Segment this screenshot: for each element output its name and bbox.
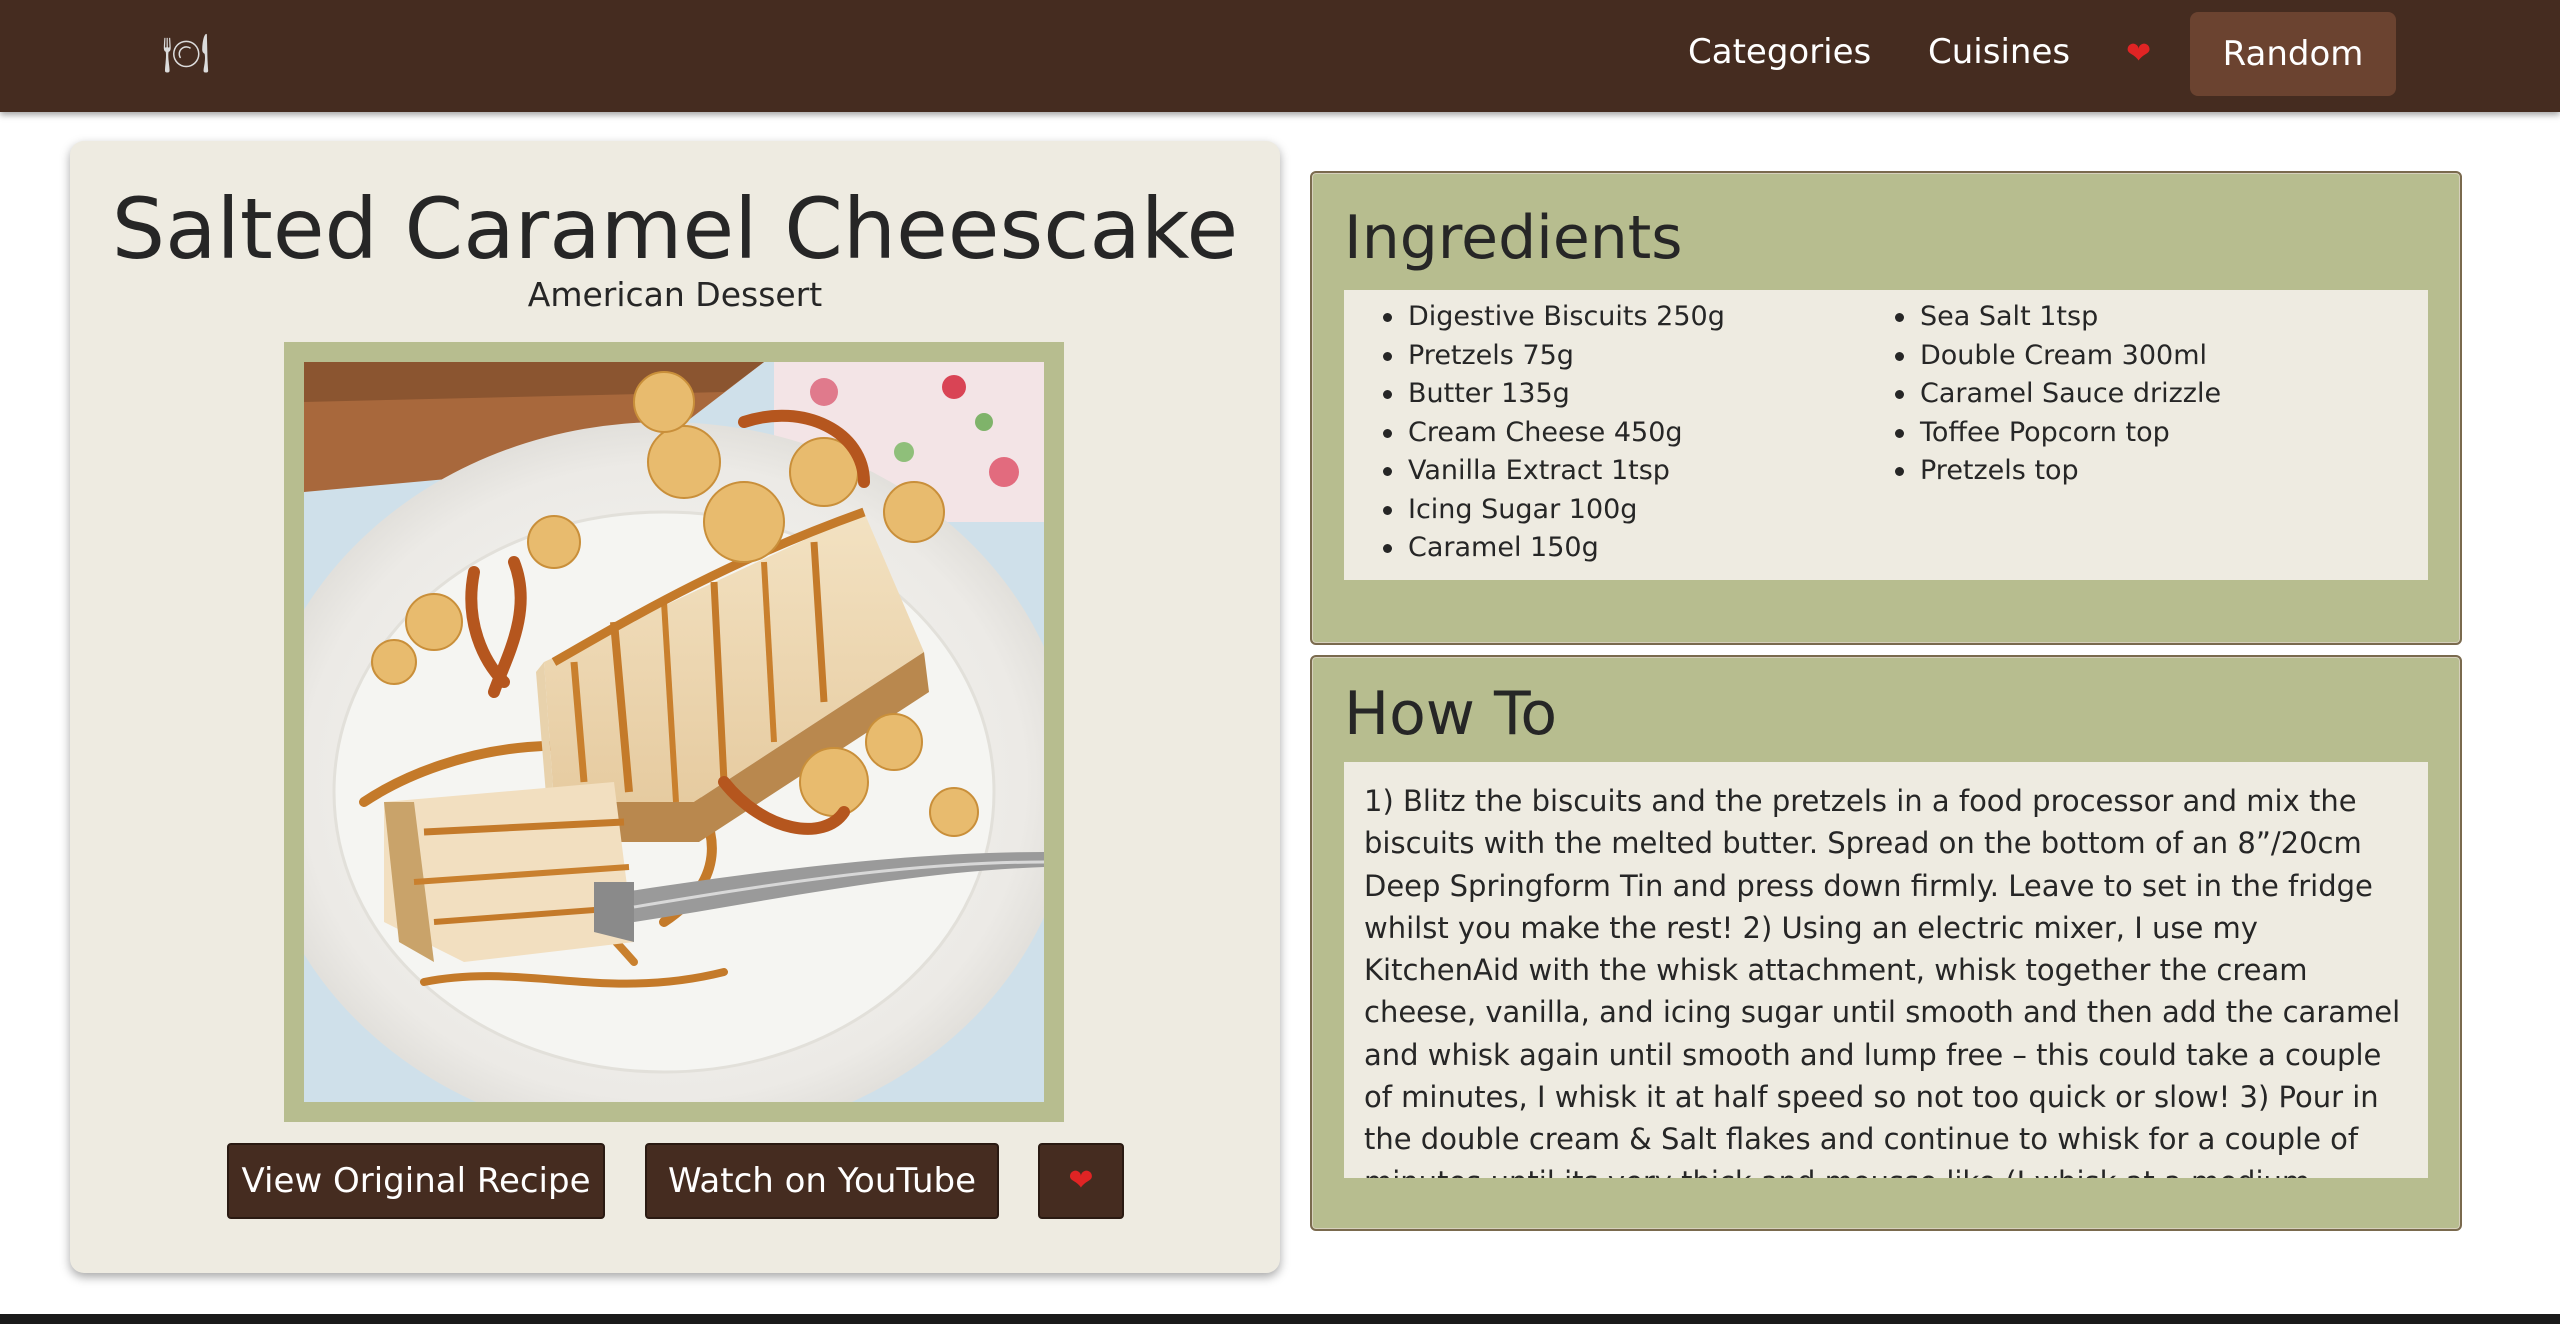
ingredients-panel: Ingredients Digestive Biscuits 250g Pret…: [1310, 171, 2462, 645]
ingredient-item: Vanilla Extract 1tsp: [1383, 452, 1725, 491]
nav-categories-link[interactable]: Categories: [1688, 30, 1871, 74]
page: 🍽 Categories Cuisines ❤ Random Salted Ca…: [0, 0, 2560, 1314]
view-original-recipe-button[interactable]: View Original Recipe: [227, 1143, 605, 1219]
ingredient-item: Cream Cheese 450g: [1383, 414, 1725, 453]
recipe-title: Salted Caramel Cheescake: [111, 180, 1239, 278]
navbar: 🍽 Categories Cuisines ❤ Random: [0, 0, 2560, 112]
ingredient-item: Caramel Sauce drizzle: [1894, 375, 2221, 414]
ingredient-item: Pretzels top: [1894, 452, 2221, 491]
ingredients-list-box: Digestive Biscuits 250g Pretzels 75g But…: [1344, 290, 2428, 580]
plate-cutlery-icon[interactable]: 🍽: [162, 34, 210, 72]
ingredient-item: Pretzels 75g: [1383, 337, 1725, 376]
ingredient-item: Icing Sugar 100g: [1383, 491, 1725, 530]
recipe-subtitle: American Dessert: [527, 275, 823, 314]
howto-panel: How To 1) Blitz the biscuits and the pre…: [1310, 655, 2462, 1231]
ingredient-item: Digestive Biscuits 250g: [1383, 298, 1725, 337]
watch-on-youtube-button[interactable]: Watch on YouTube: [645, 1143, 999, 1219]
howto-instructions: 1) Blitz the biscuits and the pretzels i…: [1364, 784, 2401, 1178]
ingredients-list-right: Sea Salt 1tsp Double Cream 300ml Caramel…: [1888, 298, 2221, 491]
ingredients-list-left: Digestive Biscuits 250g Pretzels 75g But…: [1376, 298, 1725, 568]
howto-heading: How To: [1344, 679, 1558, 749]
heart-icon[interactable]: ❤: [2126, 32, 2151, 76]
ingredient-item: Butter 135g: [1383, 375, 1725, 414]
cheesecake-image: [304, 362, 1044, 1102]
nav-cuisines-link[interactable]: Cuisines: [1928, 30, 2070, 74]
ingredient-item: Sea Salt 1tsp: [1894, 298, 2221, 337]
ingredient-item: Toffee Popcorn top: [1894, 414, 2221, 453]
howto-text-box[interactable]: 1) Blitz the biscuits and the pretzels i…: [1344, 762, 2428, 1178]
random-button[interactable]: Random: [2190, 12, 2396, 96]
recipe-photo: [304, 362, 1044, 1102]
ingredients-heading: Ingredients: [1344, 203, 1683, 273]
recipe-card: Salted Caramel Cheescake American Desser…: [70, 141, 1280, 1273]
ingredient-item: Caramel 150g: [1383, 529, 1725, 568]
favorite-heart-button[interactable]: ❤: [1038, 1143, 1124, 1219]
ingredient-item: Double Cream 300ml: [1894, 337, 2221, 376]
recipe-photo-frame: [284, 342, 1064, 1122]
